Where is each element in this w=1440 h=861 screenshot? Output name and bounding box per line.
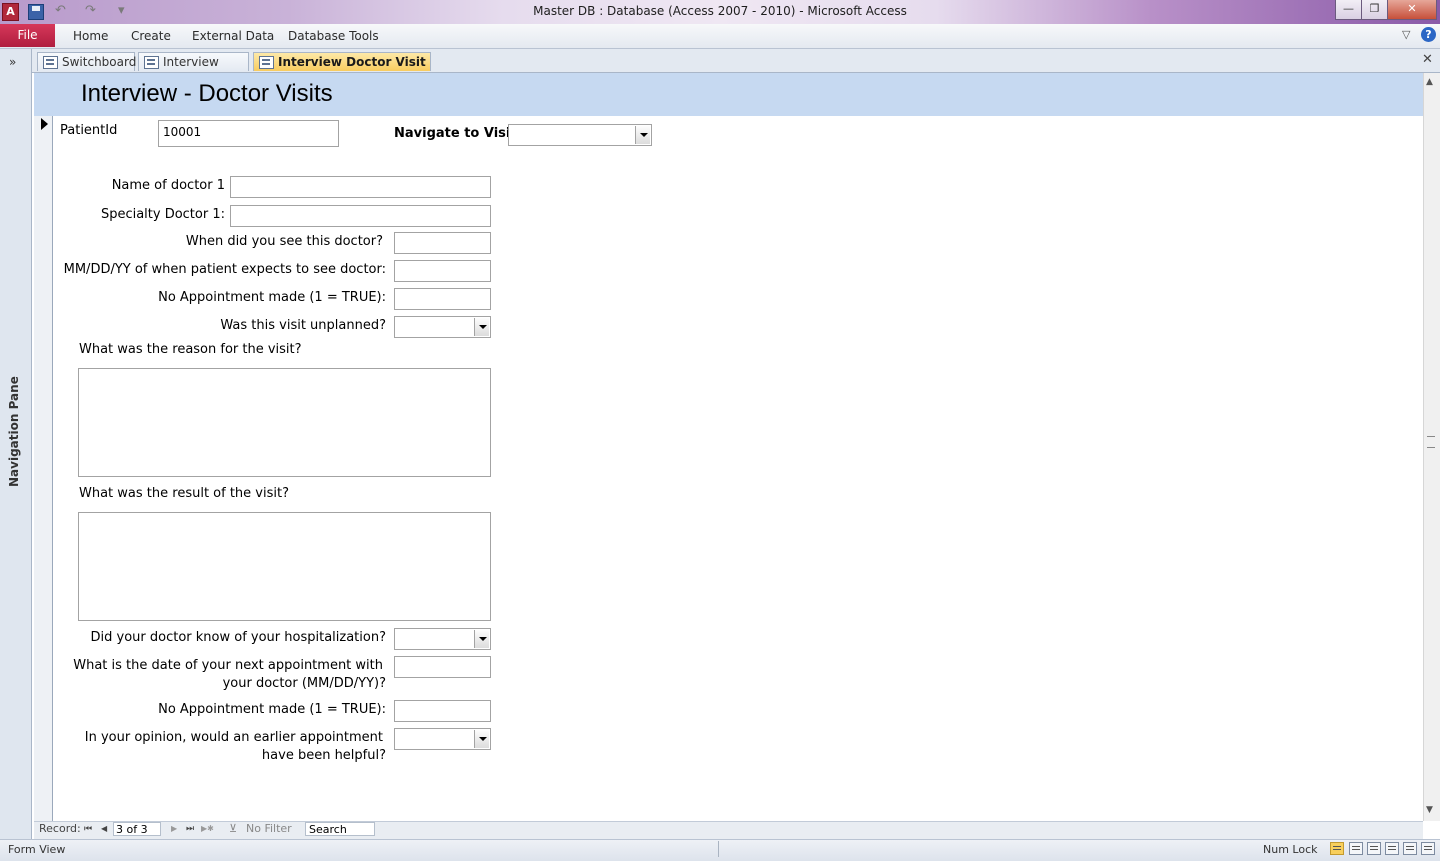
scroll-up-icon[interactable]: ▲ [1426,77,1433,87]
doctor-knew-combo[interactable] [394,628,491,650]
scroll-down-icon[interactable]: ▼ [1426,805,1433,815]
specialty-field[interactable] [230,205,491,227]
datasheet-view-icon[interactable] [1349,842,1363,855]
reason-memo[interactable] [78,368,491,477]
unplanned-combo[interactable] [394,316,491,338]
close-document-icon[interactable]: ✕ [1422,52,1433,67]
minimize-ribbon-icon[interactable]: ▽ [1402,28,1410,41]
no-filter-button[interactable]: No Filter [246,822,292,835]
design-view-icon[interactable] [1421,842,1435,855]
no-appointment-2-label: No Appointment made (1 = TRUE): [158,702,386,717]
help-icon[interactable]: ? [1421,27,1436,42]
layout-view-icon[interactable] [1367,842,1381,855]
result-label: What was the result of the visit? [79,486,289,501]
tab-interview-doctor-visit-form[interactable]: Interview Doctor Visit Form [253,52,431,87]
no-appointment-label: No Appointment made (1 = TRUE): [158,290,386,305]
doctor-knew-label: Did your doctor know of your hospitaliza… [90,630,386,645]
doctor-name-label: Name of doctor 1 [111,178,225,193]
filter-icon: ⊻ [229,822,238,835]
form-icon [43,56,58,69]
dropdown-arrow-icon[interactable] [635,126,650,144]
current-record-arrow-icon [41,118,48,130]
status-view-mode: Form View [8,843,66,856]
next-appointment-label-line1: What is the date of your next appointmen… [73,658,383,673]
new-record-icon[interactable]: ▶✱ [201,824,214,833]
patient-id-field[interactable]: 10001 [158,120,339,147]
status-bar [0,839,1440,861]
first-record-icon[interactable]: ⏮ [84,824,92,834]
pivot-table-view-icon[interactable] [1385,842,1399,855]
form-title: Interview - Doctor Visits [81,80,333,107]
expects-date-label: MM/DD/YY of when patient expects to see … [63,262,386,277]
ribbon-tab-database-tools[interactable]: Database Tools [288,29,379,43]
minimize-button[interactable]: — [1335,0,1362,20]
file-tab[interactable]: File [0,24,55,47]
tab-interview-form[interactable]: Interview Form [138,52,249,87]
window-title: Master DB : Database (Access 2007 - 2010… [533,4,907,18]
no-appointment-2-field[interactable] [394,700,491,722]
search-field[interactable]: Search [305,822,375,836]
num-lock-indicator: Num Lock [1263,843,1318,856]
result-memo[interactable] [78,512,491,621]
tab-switchboard[interactable]: Switchboard [37,52,137,71]
dropdown-arrow-icon[interactable] [474,730,489,748]
when-seen-label: When did you see this doctor? [185,234,383,249]
current-record-field[interactable]: 3 of 3 [113,822,161,836]
previous-record-icon[interactable]: ◀ [101,824,107,833]
navigate-to-visit-label: Navigate to Visit: [394,126,522,141]
earlier-appointment-combo[interactable] [394,728,491,750]
form-icon [144,56,159,69]
reason-label: What was the reason for the visit? [79,342,302,357]
tab-label: Switchboard [62,55,137,69]
next-record-icon[interactable]: ▶ [171,824,177,833]
record-selector[interactable] [34,116,53,821]
restore-button[interactable]: ❐ [1361,0,1388,20]
form-icon [259,56,274,69]
nav-pane-toggle-icon[interactable]: » [9,55,16,69]
scroll-grip-icon[interactable] [1427,436,1435,448]
ribbon-tab-home[interactable]: Home [73,29,108,43]
unplanned-label: Was this visit unplanned? [220,318,386,333]
last-record-icon[interactable]: ⏭ [186,824,194,834]
navigation-pane-label[interactable]: Navigation Pane [7,376,27,487]
no-appointment-field[interactable] [394,288,491,310]
ribbon-tab-external-data[interactable]: External Data [192,29,274,43]
pivot-chart-view-icon[interactable] [1403,842,1417,855]
next-appointment-label-line2: your doctor (MM/DD/YY)? [222,676,386,691]
status-divider [718,841,719,857]
dropdown-arrow-icon[interactable] [474,630,489,648]
ribbon-tab-create[interactable]: Create [131,29,171,43]
record-label: Record: [39,822,81,835]
close-window-button[interactable]: ✕ [1387,0,1437,20]
form-view-icon[interactable] [1330,842,1344,855]
earlier-appointment-label-line2: have been helpful? [261,748,386,763]
dropdown-arrow-icon[interactable] [474,318,489,336]
expects-date-field[interactable] [394,260,491,282]
navigate-to-visit-combo[interactable] [508,124,652,146]
specialty-label: Specialty Doctor 1: [100,207,225,222]
patient-id-label: PatientId [60,123,118,138]
doctor-name-field[interactable] [230,176,491,198]
earlier-appointment-label-line1: In your opinion, would an earlier appoin… [84,730,383,745]
when-seen-field[interactable] [394,232,491,254]
record-navigation-bar [34,821,1423,839]
next-appointment-field[interactable] [394,656,491,678]
